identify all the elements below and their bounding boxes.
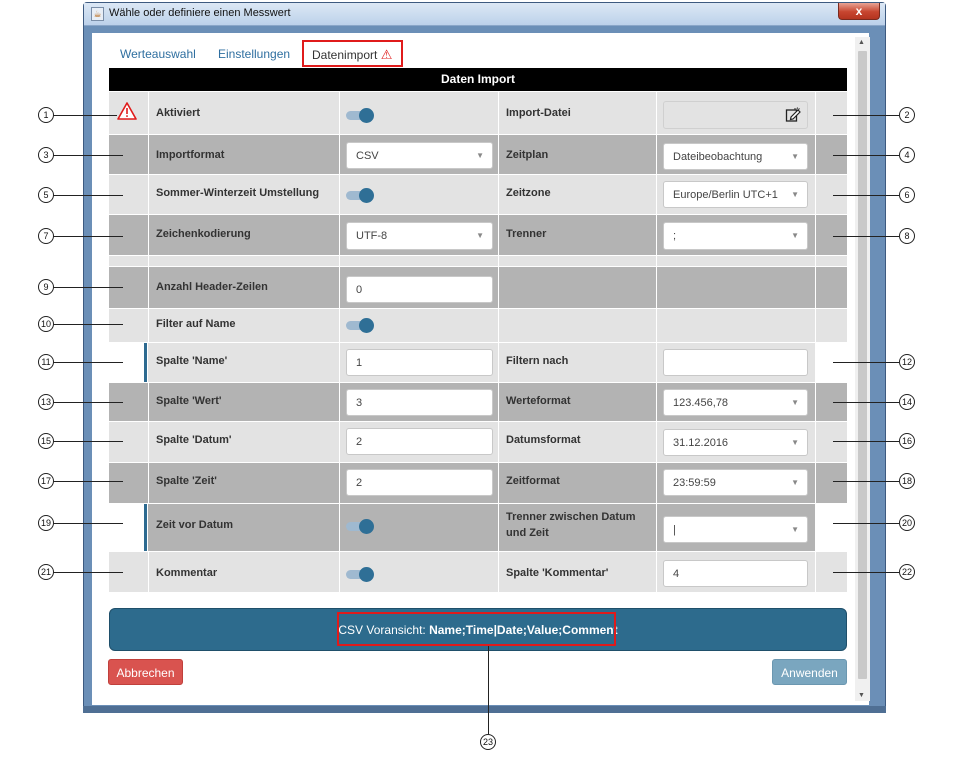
label-filter-name: Filter auf Name bbox=[156, 318, 236, 330]
apply-button[interactable]: Anwenden bbox=[772, 659, 847, 685]
callout-7: 7 bbox=[38, 228, 54, 244]
label-werteformat: Werteformat bbox=[506, 395, 571, 407]
label-zeitformat: Zeitformat bbox=[506, 475, 560, 487]
select-datumsformat[interactable]: 31.12.2016 ▼ bbox=[663, 429, 808, 456]
close-button[interactable]: x bbox=[838, 3, 880, 20]
label-zeit-vor-datum: Zeit vor Datum bbox=[156, 519, 234, 531]
callout-12: 12 bbox=[899, 354, 915, 370]
label-trenner: Trenner bbox=[506, 228, 547, 240]
select-trenner-datum-zeit[interactable]: | ▼ bbox=[663, 516, 808, 543]
label-spalte-name: Spalte 'Name' bbox=[156, 355, 228, 367]
indent-accent-bar bbox=[144, 343, 147, 382]
input-spalte-name[interactable]: 1 bbox=[346, 349, 493, 376]
label-spalte-datum: Spalte 'Datum' bbox=[156, 434, 232, 446]
callout-3: 3 bbox=[38, 147, 54, 163]
chevron-down-icon: ▼ bbox=[791, 231, 799, 240]
toggle-kommentar[interactable] bbox=[346, 567, 374, 582]
select-zeitplan[interactable]: Dateibeobachtung ▼ bbox=[663, 143, 808, 170]
label-header-zeilen: Anzahl Header-Zeilen bbox=[156, 281, 268, 293]
callout-8: 8 bbox=[899, 228, 915, 244]
label-kommentar: Kommentar bbox=[156, 567, 218, 579]
scroll-up-arrow-icon[interactable]: ▲ bbox=[858, 39, 865, 46]
label-datumsformat: Datumsformat bbox=[506, 434, 581, 446]
select-trenner[interactable]: ; ▼ bbox=[663, 222, 808, 250]
chevron-down-icon: ▼ bbox=[476, 151, 484, 160]
scroll-down-arrow-icon[interactable]: ▼ bbox=[858, 692, 865, 699]
callout-16: 16 bbox=[899, 433, 915, 449]
input-spalte-kommentar[interactable]: 4 bbox=[663, 560, 808, 587]
chevron-down-icon: ▼ bbox=[791, 152, 799, 161]
tab-einstellungen[interactable]: Einstellungen bbox=[218, 47, 290, 61]
select-werteformat[interactable]: 123.456,78 ▼ bbox=[663, 389, 808, 416]
table-title: Daten Import bbox=[109, 68, 847, 91]
window-title: Wähle oder definiere einen Messwert bbox=[109, 7, 291, 19]
highlight-csv-preview bbox=[337, 612, 616, 646]
label-trenner-datum-zeit: Trenner zwischen Datum und Zeit bbox=[506, 511, 636, 539]
chevron-down-icon: ▼ bbox=[791, 525, 799, 534]
callout-1: 1 bbox=[38, 107, 54, 123]
input-spalte-zeit[interactable]: 2 bbox=[346, 469, 493, 496]
callout-13: 13 bbox=[38, 394, 54, 410]
highlight-datenimport-tab bbox=[302, 40, 403, 67]
callout-5: 5 bbox=[38, 187, 54, 203]
chevron-down-icon: ▼ bbox=[791, 438, 799, 447]
input-spalte-wert[interactable]: 3 bbox=[346, 389, 493, 416]
input-header-zeilen[interactable]: 0 bbox=[346, 276, 493, 303]
callout-21: 21 bbox=[38, 564, 54, 580]
edit-file-icon[interactable] bbox=[785, 107, 801, 123]
label-aktiviert: Aktiviert bbox=[156, 107, 201, 119]
label-importformat: Importformat bbox=[156, 149, 225, 161]
select-zeitformat[interactable]: 23:59:59 ▼ bbox=[663, 469, 808, 496]
label-zeitzone: Zeitzone bbox=[506, 187, 551, 199]
indent-accent-bar bbox=[144, 504, 147, 551]
select-importformat[interactable]: CSV ▼ bbox=[346, 142, 493, 169]
callout-22: 22 bbox=[899, 564, 915, 580]
callout-11: 11 bbox=[38, 354, 54, 370]
label-filtern-nach: Filtern nach bbox=[506, 355, 569, 367]
callout-2: 2 bbox=[899, 107, 915, 123]
chevron-down-icon: ▼ bbox=[791, 398, 799, 407]
vertical-scrollbar[interactable]: ▲ ▼ bbox=[855, 37, 870, 701]
callout-9: 9 bbox=[38, 279, 54, 295]
callout-10: 10 bbox=[38, 316, 54, 332]
title-bar: ☕ Wähle oder definiere einen Messwert x bbox=[84, 3, 885, 26]
callout-20: 20 bbox=[899, 515, 915, 531]
toggle-filter-name[interactable] bbox=[346, 318, 374, 333]
label-sommerzeit: Sommer-Winterzeit Umstellung bbox=[156, 187, 320, 199]
label-import-datei: Import-Datei bbox=[506, 107, 571, 119]
callout-18: 18 bbox=[899, 473, 915, 489]
toggle-zeit-vor-datum[interactable] bbox=[346, 519, 374, 534]
select-zeitzone[interactable]: Europe/Berlin UTC+1 ▼ bbox=[663, 181, 808, 208]
callout-17: 17 bbox=[38, 473, 54, 489]
callout-15: 15 bbox=[38, 433, 54, 449]
toggle-aktiviert[interactable] bbox=[346, 108, 374, 123]
input-filtern-nach[interactable] bbox=[663, 349, 808, 376]
label-spalte-kommentar: Spalte 'Kommentar' bbox=[506, 567, 609, 579]
select-zeichenkodierung[interactable]: UTF-8 ▼ bbox=[346, 222, 493, 250]
callout-4: 4 bbox=[899, 147, 915, 163]
label-spalte-wert: Spalte 'Wert' bbox=[156, 395, 222, 407]
callout-6: 6 bbox=[899, 187, 915, 203]
chevron-down-icon: ▼ bbox=[791, 478, 799, 487]
scroll-thumb[interactable] bbox=[858, 51, 867, 679]
chevron-down-icon: ▼ bbox=[791, 190, 799, 199]
java-app-icon: ☕ bbox=[91, 7, 104, 21]
chevron-down-icon: ▼ bbox=[476, 231, 484, 240]
label-spalte-zeit: Spalte 'Zeit' bbox=[156, 475, 217, 487]
callout-19: 19 bbox=[38, 515, 54, 531]
label-zeichenkodierung: Zeichenkodierung bbox=[156, 228, 251, 240]
callout-14: 14 bbox=[899, 394, 915, 410]
cancel-button[interactable]: Abbrechen bbox=[108, 659, 183, 685]
callout-23: 23 bbox=[480, 734, 496, 750]
toggle-sommerzeit[interactable] bbox=[346, 188, 374, 203]
tab-werteauswahl[interactable]: Werteauswahl bbox=[120, 47, 196, 61]
warning-icon bbox=[117, 102, 137, 120]
window-bottom-border bbox=[83, 706, 886, 713]
input-spalte-datum[interactable]: 2 bbox=[346, 428, 493, 455]
import-file-picker[interactable] bbox=[663, 101, 808, 129]
label-zeitplan: Zeitplan bbox=[506, 149, 549, 161]
table-row-spacer bbox=[109, 256, 847, 266]
